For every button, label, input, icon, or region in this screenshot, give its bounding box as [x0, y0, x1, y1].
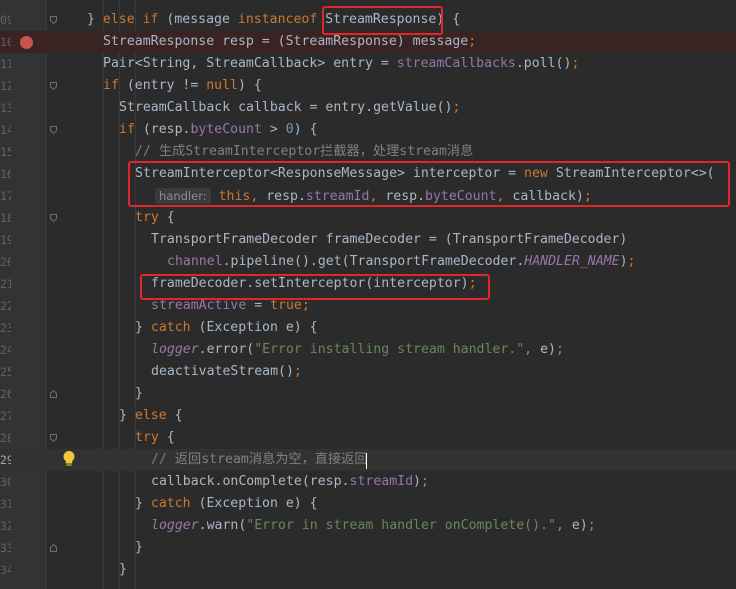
code-line-23: 23 } catch (Exception e) { — [0, 317, 736, 339]
code-text[interactable]: if (entry != null) { — [103, 75, 262, 97]
line-number: 13 — [0, 101, 11, 115]
highlight-box-interceptor — [128, 161, 730, 207]
code-line-18: 18 try { — [0, 207, 736, 229]
line-number: 10 — [0, 35, 11, 49]
fold-marker-icon[interactable] — [50, 544, 57, 552]
line-number: 29 — [0, 453, 11, 467]
code-line-20: 20 channel.pipeline().get(TransportFrame… — [0, 251, 736, 273]
line-number: 21 — [0, 277, 11, 291]
line-number: 14 — [0, 123, 11, 137]
line-number: 25 — [0, 365, 11, 379]
line-number: 15 — [0, 145, 11, 159]
code-text[interactable]: try { — [135, 207, 175, 229]
code-line-32: 32 logger.warn("Error in stream handler … — [0, 515, 736, 537]
line-number: 12 — [0, 79, 11, 93]
line-number: 17 — [0, 189, 11, 203]
line-number: 09 — [0, 13, 11, 27]
fold-marker-icon[interactable] — [50, 16, 57, 24]
code-line-25: 25 deactivateStream(); — [0, 361, 736, 383]
code-line-15: 15 // 生成StreamInterceptor拦截器，处理stream消息 — [0, 141, 736, 163]
line-number: 22 — [0, 299, 11, 313]
code-line-34: 34 } — [0, 559, 736, 581]
code-text[interactable]: try { — [135, 427, 175, 449]
line-number: 19 — [0, 233, 11, 247]
line-number: 18 — [0, 211, 11, 225]
code-line-12: 12 if (entry != null) { — [0, 75, 736, 97]
fold-marker-icon[interactable] — [50, 82, 57, 90]
line-number: 31 — [0, 497, 11, 511]
lightbulb-icon[interactable] — [62, 450, 76, 468]
code-text[interactable]: channel.pipeline().get(TransportFrameDec… — [167, 251, 635, 273]
code-text[interactable]: } — [135, 537, 143, 559]
line-number: 27 — [0, 409, 11, 423]
code-text[interactable]: callback.onComplete(resp.streamId); — [151, 471, 429, 493]
code-line-27: 27 } else { — [0, 405, 736, 427]
code-text[interactable]: } catch (Exception e) { — [135, 317, 318, 339]
code-line-26: 26 } — [0, 383, 736, 405]
line-number: 16 — [0, 167, 11, 181]
line-number: 28 — [0, 431, 11, 445]
line-number: 30 — [0, 475, 11, 489]
highlight-box-streamresponse — [322, 6, 443, 35]
code-line-19: 19 TransportFrameDecoder frameDecoder = … — [0, 229, 736, 251]
code-text[interactable]: } catch (Exception e) { — [135, 493, 318, 515]
code-text[interactable]: Pair<String, StreamCallback> entry = str… — [103, 53, 579, 75]
line-number: 34 — [0, 563, 11, 577]
code-text[interactable]: logger.error("Error installing stream ha… — [151, 339, 564, 361]
highlight-box-setinterceptor — [140, 274, 490, 300]
code-comment[interactable]: // 生成StreamInterceptor拦截器，处理stream消息 — [135, 141, 473, 163]
code-line-24: 24 logger.error("Error installing stream… — [0, 339, 736, 361]
code-line-13: 13 StreamCallback callback = entry.getVa… — [0, 97, 736, 119]
fold-marker-icon[interactable] — [50, 126, 57, 134]
code-text[interactable]: TransportFrameDecoder frameDecoder = (Tr… — [151, 229, 627, 251]
line-number: 33 — [0, 541, 11, 555]
code-text[interactable]: StreamCallback callback = entry.getValue… — [119, 97, 460, 119]
fold-marker-icon[interactable] — [50, 390, 57, 398]
code-line-31: 31 } catch (Exception e) { — [0, 493, 736, 515]
code-text[interactable]: logger.warn("Error in stream handler onC… — [151, 515, 596, 537]
line-number: 32 — [0, 519, 11, 533]
code-line-29: 29 // 返回stream消息为空，直接返回 — [0, 449, 736, 471]
line-number: 23 — [0, 321, 11, 335]
fold-marker-icon[interactable] — [50, 214, 57, 222]
code-line-28: 28 try { — [0, 427, 736, 449]
line-number: 26 — [0, 387, 11, 401]
fold-marker-icon[interactable] — [50, 434, 57, 442]
code-text[interactable]: } — [119, 559, 127, 581]
code-line-30: 30 callback.onComplete(resp.streamId); — [0, 471, 736, 493]
code-line-33: 33 } — [0, 537, 736, 559]
line-number: 24 — [0, 343, 11, 357]
code-text[interactable]: } — [135, 383, 143, 405]
line-number: 11 — [0, 57, 11, 71]
code-line-14: 14 if (resp.byteCount > 0) { — [0, 119, 736, 141]
line-number: 20 — [0, 255, 11, 269]
text-cursor — [366, 453, 367, 469]
code-line-11: 11 Pair<String, StreamCallback> entry = … — [0, 53, 736, 75]
code-text[interactable]: } else { — [119, 405, 183, 427]
breakpoint-icon[interactable] — [20, 36, 33, 49]
code-comment[interactable]: // 返回stream消息为空，直接返回 — [151, 449, 368, 471]
code-text[interactable]: if (resp.byteCount > 0) { — [119, 119, 318, 141]
code-text[interactable]: deactivateStream(); — [151, 361, 302, 383]
